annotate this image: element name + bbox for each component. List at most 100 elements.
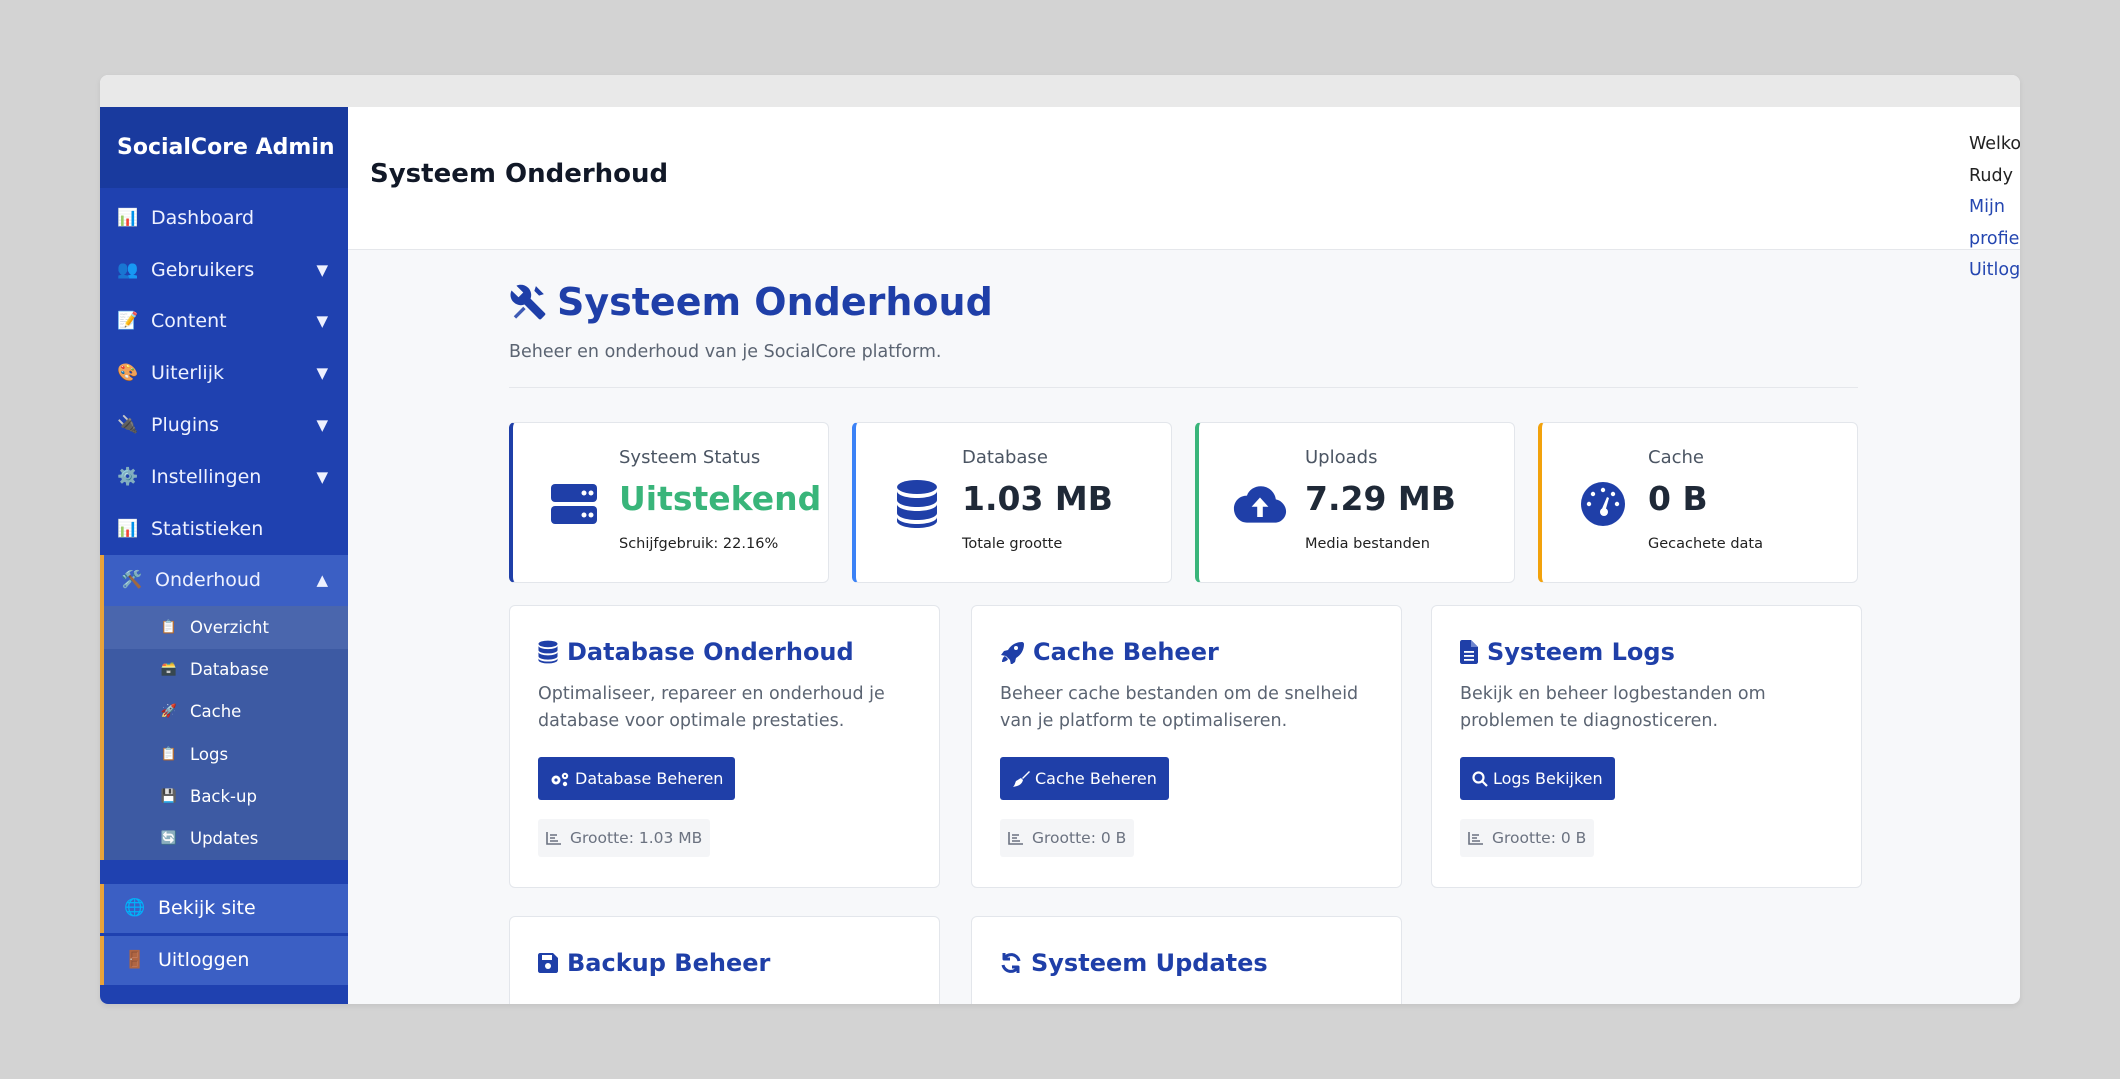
- sidebar-item-instellingen[interactable]: ⚙️ Instellingen ▼: [100, 451, 348, 503]
- size-badge: Grootte: 1.03 MB: [538, 819, 711, 857]
- main-content: Systeem Onderhoud Beheer en onderhoud va…: [348, 250, 2020, 1004]
- size-badge: Grootte: 0 B: [1460, 819, 1595, 857]
- tools-icon: 🛠️: [121, 570, 143, 591]
- stat-subtext: Gecachete data: [1648, 536, 1763, 552]
- sidebar: SocialCore Admin 📊 Dashboard 👥 Gebruiker…: [100, 107, 348, 1004]
- cloud-upload-icon: [1233, 477, 1287, 531]
- page-title-text: Systeem Onderhoud: [557, 280, 993, 324]
- chevron-down-icon: ▼: [316, 467, 328, 486]
- door-icon: 🚪: [124, 950, 146, 970]
- size-text: Grootte: 0 B: [1492, 829, 1587, 847]
- header-title: Systeem Onderhoud: [370, 159, 669, 189]
- gear-icon: ⚙️: [117, 466, 139, 487]
- sidebar-item-label: Onderhoud: [155, 569, 261, 592]
- chevron-down-icon: ▼: [316, 312, 328, 331]
- sidebar-item-dashboard[interactable]: 📊 Dashboard: [100, 192, 348, 244]
- chart-icon: 📊: [117, 518, 139, 539]
- file-text-icon: [1460, 640, 1478, 664]
- tools-icon: [510, 284, 546, 320]
- manage-cache-button[interactable]: Cache Beheren: [1000, 757, 1169, 800]
- sidebar-item-label: Plugins: [151, 414, 220, 437]
- sidebar-subitem-label: Overzicht: [190, 617, 269, 637]
- page-title: Systeem Onderhoud: [509, 280, 1858, 324]
- app-window: SocialCore Admin 📊 Dashboard 👥 Gebruiker…: [100, 75, 2020, 1004]
- search-icon: [1472, 770, 1488, 787]
- brand-title[interactable]: SocialCore Admin: [100, 107, 348, 188]
- manage-database-button[interactable]: Database Beheren: [538, 757, 736, 800]
- sidebar-submenu-onderhoud: 📋 Overzicht 🗃️ Database 🚀 Cache 📋 Logs 💾: [100, 606, 348, 860]
- sidebar-item-uiterlijk[interactable]: 🎨 Uiterlijk ▼: [100, 347, 348, 399]
- card-description: Beheer cache bestanden om de snelheid va…: [1000, 684, 1359, 731]
- button-label: Logs Bekijken: [1493, 769, 1603, 788]
- users-icon: 👥: [117, 259, 139, 280]
- database-icon: [538, 640, 558, 664]
- card-database-maintenance: Database Onderhoud Optimaliseer, reparee…: [509, 605, 940, 888]
- card-system-logs: Systeem Logs Bekijk en beheer logbestand…: [1431, 605, 1862, 888]
- top-header: Systeem Onderhoud Welkom, Rudy Mijn prof…: [348, 107, 2020, 280]
- sidebar-subitem-label: Back-up: [190, 786, 257, 806]
- card-description: Bekijk en beheer logbestanden om problem…: [1460, 684, 1766, 731]
- refresh-icon: [1001, 953, 1021, 973]
- sidebar-item-content[interactable]: 📝 Content ▼: [100, 296, 348, 348]
- sidebar-subitem-updates[interactable]: 🔄 Updates: [104, 817, 348, 859]
- stat-value: Uitstekend: [619, 479, 822, 518]
- card-title: Systeem Logs: [1460, 638, 1675, 666]
- chevron-up-icon: ▲: [316, 571, 328, 590]
- sidebar-nav: 📊 Dashboard 👥 Gebruikers ▼ 📝 Content ▼ 🎨…: [100, 188, 348, 985]
- clipboard-icon: 📋: [160, 746, 178, 762]
- sidebar-item-plugins[interactable]: 🔌 Plugins ▼: [100, 399, 348, 451]
- refresh-icon: 🔄: [160, 830, 178, 846]
- sidebar-item-onderhoud[interactable]: 🛠️ Onderhoud ▲: [100, 554, 348, 607]
- profile-link[interactable]: Mijn profiel: [1969, 192, 2020, 255]
- database-icon: [890, 477, 944, 531]
- sidebar-subitem-database[interactable]: 🗃️ Database: [104, 649, 348, 691]
- sidebar-view-site-link[interactable]: 🌐 Bekijk site: [100, 883, 348, 933]
- sidebar-subitem-label: Logs: [190, 744, 229, 764]
- card-system-updates: Systeem Updates: [971, 916, 1402, 1004]
- chart-area-icon: [546, 832, 561, 845]
- stat-value: 0 B: [1648, 479, 1708, 518]
- sidebar-item-label: Statistieken: [151, 517, 264, 540]
- size-badge: Grootte: 0 B: [1000, 819, 1135, 857]
- card-title-text: Systeem Logs: [1487, 638, 1675, 666]
- chevron-down-icon: ▼: [316, 260, 328, 279]
- sidebar-item-label: Uitloggen: [158, 949, 250, 971]
- sidebar-item-label: Dashboard: [151, 206, 255, 229]
- sidebar-subitem-label: Cache: [190, 702, 242, 722]
- sidebar-subitem-backup[interactable]: 💾 Back-up: [104, 775, 348, 817]
- sidebar-item-label: Uiterlijk: [151, 362, 224, 385]
- size-text: Grootte: 0 B: [1032, 829, 1127, 847]
- sidebar-subitem-logs[interactable]: 📋 Logs: [104, 733, 348, 775]
- rocket-icon: [1001, 642, 1024, 664]
- card-title: Backup Beheer: [538, 949, 770, 977]
- card-title: Systeem Updates: [1000, 949, 1268, 977]
- floppy-disk-icon: 💾: [160, 788, 178, 804]
- stat-label: Cache: [1648, 447, 1704, 468]
- card-title-text: Database Onderhoud: [567, 638, 854, 666]
- stat-label: Uploads: [1305, 447, 1378, 468]
- sidebar-item-gebruikers[interactable]: 👥 Gebruikers ▼: [100, 244, 348, 296]
- sidebar-item-label: Bekijk site: [158, 897, 256, 919]
- stat-label: Systeem Status: [619, 447, 761, 468]
- button-label: Database Beheren: [575, 769, 724, 788]
- sidebar-subitem-cache[interactable]: 🚀 Cache: [104, 691, 348, 733]
- stat-card-uploads: Uploads 7.29 MB Media bestanden: [1195, 422, 1515, 583]
- view-logs-button[interactable]: Logs Bekijken: [1460, 757, 1615, 800]
- page-header: Systeem Onderhoud Beheer en onderhoud va…: [509, 280, 1858, 388]
- sidebar-subitem-label: Database: [190, 660, 269, 680]
- gauge-icon: [1576, 477, 1630, 531]
- globe-icon: 🌐: [124, 898, 146, 918]
- chevron-down-icon: ▼: [316, 364, 328, 383]
- stat-label: Database: [962, 447, 1048, 468]
- cogs-icon: [551, 772, 569, 786]
- stat-value: 1.03 MB: [962, 479, 1113, 518]
- sidebar-subitem-label: Updates: [190, 828, 259, 848]
- sidebar-subitem-overzicht[interactable]: 📋 Overzicht: [104, 606, 348, 649]
- sidebar-divider: [100, 860, 348, 884]
- sidebar-item-statistieken[interactable]: 📊 Statistieken: [100, 503, 348, 555]
- clipboard-icon: 📋: [160, 619, 178, 635]
- card-title: Database Onderhoud: [538, 638, 854, 666]
- sidebar-logout-link[interactable]: 🚪 Uitloggen: [100, 935, 348, 985]
- rocket-icon: 🚀: [160, 704, 178, 720]
- card-description: Optimaliseer, repareer en onderhoud je d…: [538, 684, 885, 731]
